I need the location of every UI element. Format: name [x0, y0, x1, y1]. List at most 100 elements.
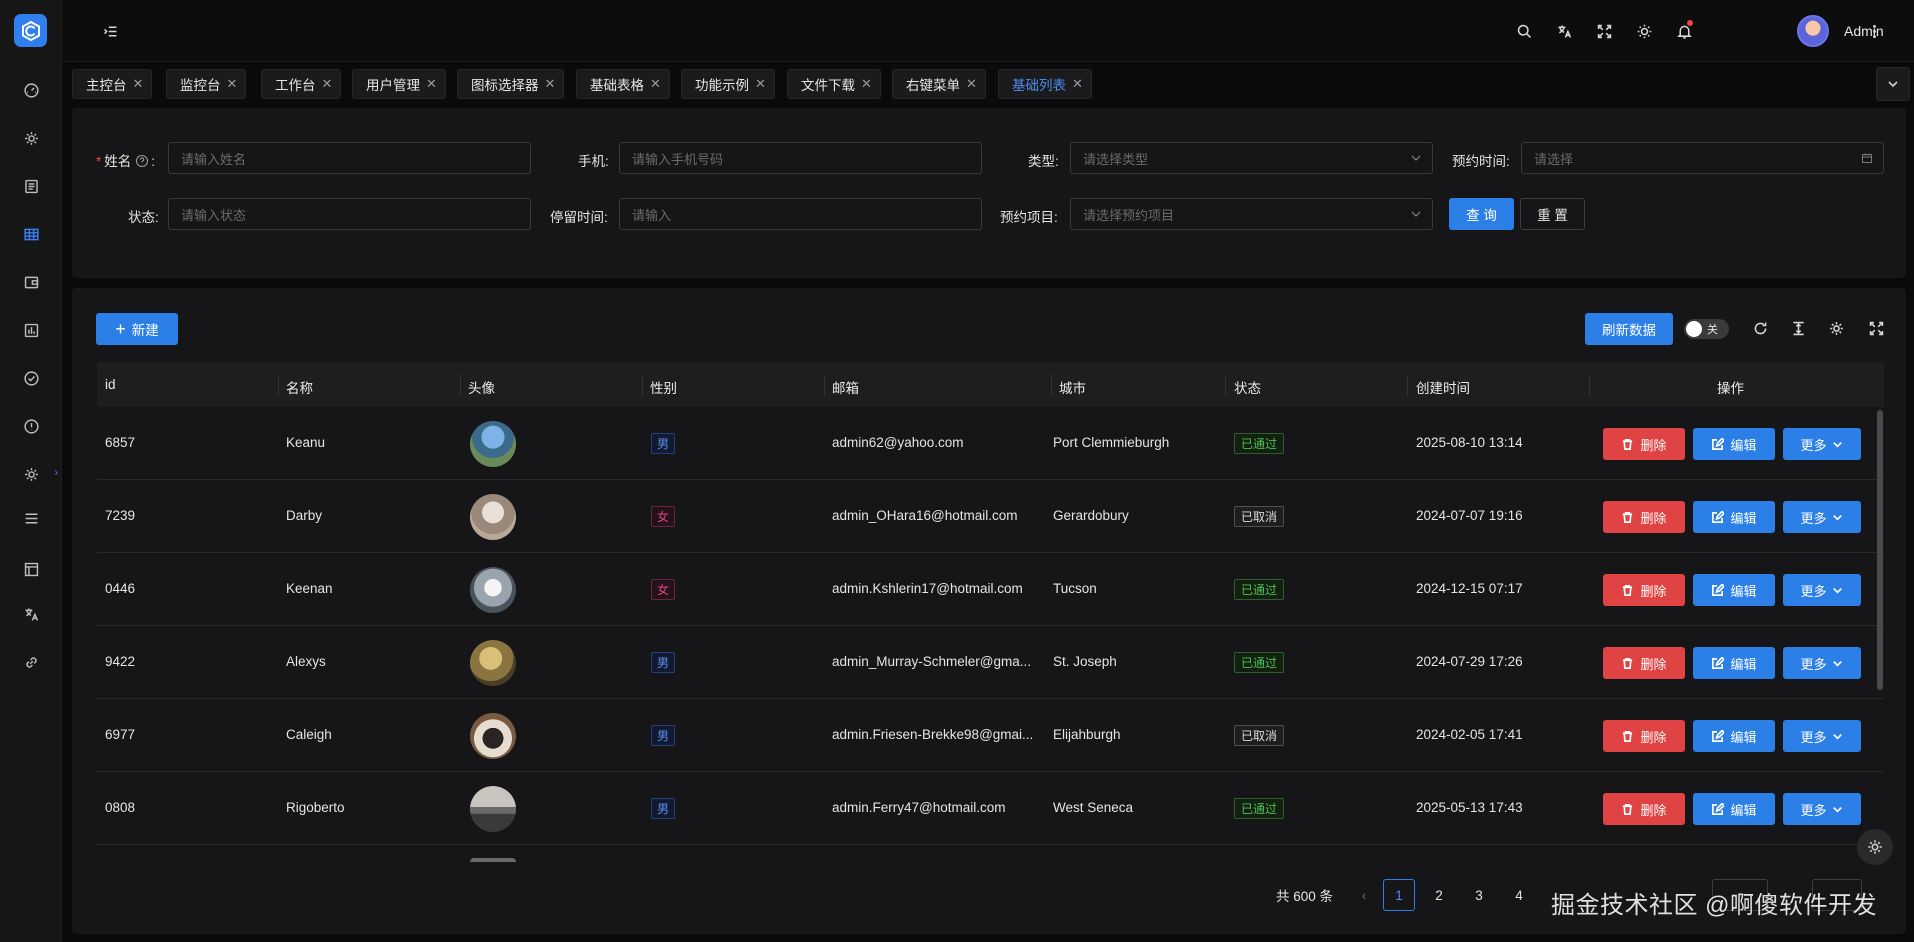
edit-button[interactable]: 编辑	[1693, 501, 1775, 533]
edit-button[interactable]: 编辑	[1693, 720, 1775, 752]
close-icon[interactable]: ✕	[227, 76, 238, 92]
sidebar-item-check[interactable]	[0, 360, 62, 396]
edit-button[interactable]: 编辑	[1693, 428, 1775, 460]
more-menu-button[interactable]	[1862, 19, 1886, 43]
close-icon[interactable]: ✕	[322, 76, 333, 92]
sidebar-item-document[interactable]	[0, 168, 62, 204]
column-settings-button[interactable]	[1824, 316, 1848, 340]
appointment-item-select[interactable]: 请选择预约项目	[1070, 198, 1433, 230]
column-header-avatar[interactable]: 头像	[468, 377, 495, 397]
user-avatar[interactable]	[1797, 15, 1829, 47]
close-icon[interactable]: ✕	[426, 76, 437, 92]
tab-monitor[interactable]: 监控台 ✕	[166, 69, 247, 99]
phone-input[interactable]: 请输入手机号码	[619, 142, 982, 174]
tab-dashboard[interactable]: 主控台 ✕	[72, 69, 153, 99]
close-icon[interactable]: ✕	[755, 76, 766, 92]
type-select[interactable]: 请选择类型	[1070, 142, 1433, 174]
edit-button[interactable]: 编辑	[1693, 793, 1775, 825]
delete-button[interactable]: 删除	[1603, 501, 1685, 533]
close-icon[interactable]: ✕	[133, 76, 144, 92]
column-header-city[interactable]: 城市	[1059, 377, 1086, 397]
more-button[interactable]: 更多	[1783, 720, 1861, 752]
sidebar-item-table[interactable]	[0, 216, 62, 252]
data-toggle-switch[interactable]: 关	[1684, 319, 1729, 339]
tab-basic-table[interactable]: 基础表格 ✕	[576, 69, 670, 99]
sidebar-item-dashboard[interactable]	[0, 72, 62, 108]
page-2-button[interactable]: 2	[1423, 879, 1455, 911]
table-fullscreen-button[interactable]	[1864, 316, 1888, 340]
delete-button[interactable]: 删除	[1603, 720, 1685, 752]
sidebar-item-settings[interactable]	[0, 120, 62, 156]
page-3-button[interactable]: 3	[1463, 879, 1495, 911]
avatar[interactable]	[470, 567, 516, 613]
more-button[interactable]: 更多	[1783, 647, 1861, 679]
column-header-email[interactable]: 邮箱	[832, 377, 859, 397]
appointment-time-picker[interactable]: 请选择	[1521, 142, 1884, 174]
cell-id: 6857	[105, 435, 136, 450]
app-logo[interactable]	[14, 14, 47, 47]
tab-basic-list[interactable]: 基础列表 ✕	[998, 69, 1092, 99]
status-input[interactable]: 请输入状态	[168, 198, 531, 230]
sidebar-item-wallet[interactable]	[0, 264, 62, 300]
refresh-data-button[interactable]: 刷新数据	[1585, 313, 1673, 345]
language-button[interactable]	[1552, 19, 1576, 43]
more-button[interactable]: 更多	[1783, 428, 1861, 460]
fullscreen-button[interactable]	[1592, 19, 1616, 43]
tab-context-menu[interactable]: 右键菜单 ✕	[892, 69, 986, 99]
floating-settings-button[interactable]	[1857, 829, 1893, 865]
sidebar-item-chart[interactable]	[0, 312, 62, 348]
more-button[interactable]: 更多	[1783, 574, 1861, 606]
tab-icon-picker[interactable]: 图标选择器 ✕	[457, 69, 565, 99]
column-header-id[interactable]: id	[105, 377, 116, 392]
sidebar-item-alert[interactable]	[0, 408, 62, 444]
sidebar-item-system[interactable]: ›	[0, 456, 62, 492]
query-button[interactable]: 查 询	[1449, 198, 1514, 230]
delete-button[interactable]: 删除	[1603, 793, 1685, 825]
close-icon[interactable]: ✕	[861, 76, 872, 92]
density-button[interactable]	[1786, 316, 1810, 340]
help-circle-icon[interactable]	[135, 154, 149, 168]
sidebar-item-i18n[interactable]	[0, 596, 62, 632]
table-scrollbar[interactable]	[1877, 410, 1883, 690]
sidebar-item-link[interactable]	[0, 644, 62, 680]
tabs-dropdown-button[interactable]	[1876, 67, 1910, 101]
delete-button[interactable]: 删除	[1603, 574, 1685, 606]
edit-button[interactable]: 编辑	[1693, 647, 1775, 679]
tab-feature-examples[interactable]: 功能示例 ✕	[681, 69, 775, 99]
tab-user-management[interactable]: 用户管理 ✕	[352, 69, 446, 99]
stay-time-input[interactable]: 请输入	[619, 198, 982, 230]
close-icon[interactable]: ✕	[966, 76, 977, 92]
new-button[interactable]: + 新建	[96, 313, 178, 345]
more-button[interactable]: 更多	[1783, 793, 1861, 825]
avatar[interactable]	[470, 640, 516, 686]
search-button[interactable]	[1512, 19, 1536, 43]
avatar[interactable]	[470, 786, 516, 832]
notification-button[interactable]	[1672, 19, 1696, 43]
reset-button[interactable]: 重 置	[1520, 198, 1585, 230]
avatar[interactable]	[470, 713, 516, 759]
avatar[interactable]	[470, 494, 516, 540]
close-icon[interactable]: ✕	[650, 76, 661, 92]
theme-toggle-button[interactable]	[1632, 19, 1656, 43]
prev-page-button[interactable]: ‹	[1348, 879, 1380, 911]
sidebar-item-layout[interactable]	[0, 551, 62, 587]
close-icon[interactable]: ✕	[1072, 76, 1083, 92]
more-button[interactable]: 更多	[1783, 501, 1861, 533]
edit-button[interactable]: 编辑	[1693, 574, 1775, 606]
avatar[interactable]	[470, 421, 516, 467]
tab-workbench[interactable]: 工作台 ✕	[261, 69, 342, 99]
reload-button[interactable]	[1748, 316, 1772, 340]
column-header-name[interactable]: 名称	[286, 377, 313, 397]
page-4-button[interactable]: 4	[1503, 879, 1535, 911]
page-1-button[interactable]: 1	[1383, 879, 1415, 911]
close-icon[interactable]: ✕	[545, 76, 556, 92]
delete-button[interactable]: 删除	[1603, 428, 1685, 460]
column-header-created[interactable]: 创建时间	[1416, 377, 1470, 397]
column-header-status[interactable]: 状态	[1234, 377, 1261, 397]
name-input[interactable]: 请输入姓名	[168, 142, 531, 174]
tab-file-download[interactable]: 文件下载 ✕	[787, 69, 881, 99]
menu-fold-button[interactable]	[98, 19, 122, 43]
delete-button[interactable]: 删除	[1603, 647, 1685, 679]
column-header-gender[interactable]: 性别	[650, 377, 677, 397]
sidebar-item-menu[interactable]	[0, 500, 62, 536]
